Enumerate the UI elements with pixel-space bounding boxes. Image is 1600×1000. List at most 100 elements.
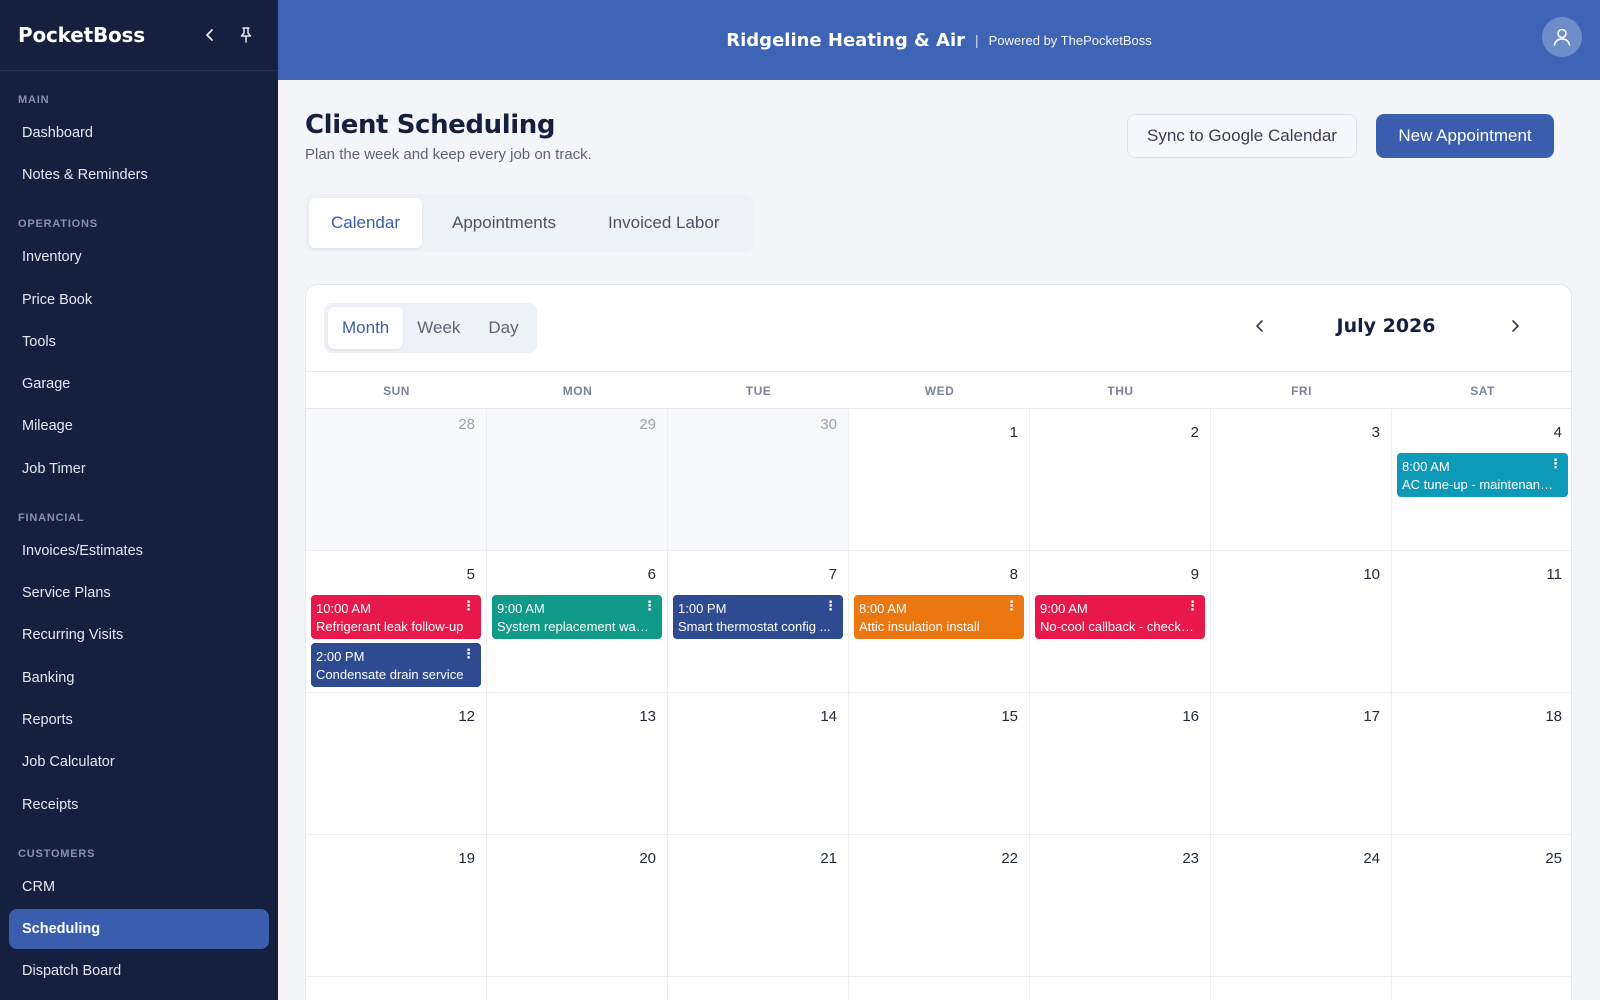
sidebar-item-service-plans[interactable]: Service Plans — [9, 573, 269, 613]
sidebar-item-dashboard[interactable]: Dashboard — [9, 113, 269, 153]
day-cell[interactable]: 3 — [1211, 409, 1392, 550]
chevron-left-icon[interactable] — [1246, 312, 1274, 340]
sidebar-item-mileage[interactable]: Mileage — [9, 406, 269, 446]
sidebar-item-invoices-estimates[interactable]: Invoices/Estimates — [9, 531, 269, 571]
sidebar-item-job-calculator[interactable]: Job Calculator — [9, 742, 269, 782]
chevron-left-icon[interactable] — [196, 21, 224, 49]
appointment-event[interactable]: 10:00 AM Refrigerant leak follow-up ⋮ — [311, 595, 481, 639]
day-cell[interactable]: 5 10:00 AM Refrigerant leak follow-up ⋮ 2:00… — [306, 551, 487, 692]
day-cell[interactable] — [1030, 977, 1211, 1000]
more-options-icon[interactable]: ⋮ — [824, 599, 837, 612]
day-cell[interactable]: 28 — [306, 409, 487, 550]
day-cell[interactable]: 18 — [1392, 693, 1571, 834]
event-title: No-cool callback - check ... — [1040, 619, 1196, 634]
sidebar-section-operations: OPERATIONS — [18, 218, 98, 231]
sidebar: PocketBoss MAIN Dashboard Notes & Reminder… — [0, 0, 278, 1000]
day-cell[interactable]: 6 9:00 AM System replacement walk... ⋮ — [487, 551, 668, 692]
day-cell[interactable]: 14 — [668, 693, 849, 834]
chevron-right-icon[interactable] — [1501, 312, 1529, 340]
day-cell[interactable] — [1211, 977, 1392, 1000]
month-label: July 2026 — [1336, 315, 1436, 337]
sidebar-item-crm[interactable]: CRM — [9, 867, 269, 907]
view-switcher: Month Week Day — [324, 303, 537, 353]
appointment-event[interactable]: 2:00 PM Condensate drain service ⋮ — [311, 643, 481, 687]
day-cell[interactable]: 16 — [1030, 693, 1211, 834]
sidebar-item-dispatch-board[interactable]: Dispatch Board — [9, 951, 269, 991]
view-week[interactable]: Week — [403, 307, 474, 349]
day-cell[interactable]: 21 — [668, 835, 849, 976]
sync-google-calendar-button[interactable]: Sync to Google Calendar — [1127, 114, 1357, 158]
day-cell[interactable]: 2 — [1030, 409, 1211, 550]
event-time: 1:00 PM — [678, 601, 727, 616]
tab-appointments[interactable]: Appointments — [430, 198, 578, 248]
day-cell[interactable]: 10 — [1211, 551, 1392, 692]
day-cell[interactable]: 12 — [306, 693, 487, 834]
more-options-icon[interactable]: ⋮ — [1186, 599, 1199, 612]
day-cell[interactable]: 20 — [487, 835, 668, 976]
tab-calendar[interactable]: Calendar — [309, 198, 422, 248]
pin-icon[interactable] — [232, 21, 260, 49]
sidebar-nav: MAIN Dashboard Notes & Reminders OPERATIONS… — [0, 91, 278, 991]
day-cell[interactable] — [1392, 977, 1571, 1000]
day-cell[interactable]: 23 — [1030, 835, 1211, 976]
day-cell[interactable]: 22 — [849, 835, 1030, 976]
day-cell[interactable]: 1 — [849, 409, 1030, 550]
user-icon[interactable] — [1542, 17, 1582, 57]
sidebar-item-price-book[interactable]: Price Book — [9, 280, 269, 320]
weekday-sat: SAT — [1470, 384, 1495, 398]
more-options-icon[interactable]: ⋮ — [643, 599, 656, 612]
sidebar-item-job-timer[interactable]: Job Timer — [9, 449, 269, 489]
day-number: 29 — [639, 416, 656, 433]
event-title: System replacement walk... — [497, 619, 656, 634]
more-options-icon[interactable]: ⋮ — [462, 599, 475, 612]
sidebar-item-garage[interactable]: Garage — [9, 364, 269, 404]
weekday-mon: MON — [562, 384, 593, 398]
more-options-icon[interactable]: ⋮ — [1005, 599, 1018, 612]
week-row-partial — [306, 977, 1571, 1000]
sidebar-item-inventory[interactable]: Inventory — [9, 237, 269, 277]
event-time: 8:00 AM — [859, 601, 907, 616]
appointment-event[interactable]: 8:00 AM AC tune-up - maintenanc... ⋮ — [1397, 453, 1568, 497]
day-cell[interactable]: 9 9:00 AM No-cool callback - check ... ⋮ — [1030, 551, 1211, 692]
sidebar-item-banking[interactable]: Banking — [9, 658, 269, 698]
sidebar-item-receipts[interactable]: Receipts — [9, 785, 269, 825]
day-cell[interactable]: 25 — [1392, 835, 1571, 976]
day-cell[interactable]: 17 — [1211, 693, 1392, 834]
sidebar-item-reports[interactable]: Reports — [9, 700, 269, 740]
day-cell[interactable]: 11 — [1392, 551, 1571, 692]
day-cell[interactable]: 4 8:00 AM AC tune-up - maintenanc... ⋮ — [1392, 409, 1571, 550]
day-cell[interactable]: 19 — [306, 835, 487, 976]
day-cell[interactable]: 30 — [668, 409, 849, 550]
sidebar-item-scheduling[interactable]: Scheduling — [9, 908, 269, 949]
weekday-header: SUN MON TUE WED THU FRI SAT — [306, 371, 1571, 409]
month-grid: SUN MON TUE WED THU FRI SAT 28 29 30 1 2 3 4 8:00 AM AC… — [306, 371, 1571, 1000]
appointment-event[interactable]: 1:00 PM Smart thermostat config ... ⋮ — [673, 595, 843, 639]
appointment-event[interactable]: 8:00 AM Attic insulation install ⋮ — [854, 595, 1024, 639]
day-cell[interactable] — [306, 977, 487, 1000]
page-title: Client Scheduling — [305, 110, 556, 140]
view-month[interactable]: Month — [328, 307, 404, 349]
view-day[interactable]: Day — [474, 307, 532, 349]
day-cell[interactable] — [668, 977, 849, 1000]
day-cell[interactable]: 7 1:00 PM Smart thermostat config ... ⋮ — [668, 551, 849, 692]
day-cell[interactable]: 8 8:00 AM Attic insulation install ⋮ — [849, 551, 1030, 692]
day-cell[interactable]: 15 — [849, 693, 1030, 834]
sidebar-item-recurring-visits[interactable]: Recurring Visits — [9, 615, 269, 655]
day-cell[interactable] — [849, 977, 1030, 1000]
sidebar-item-tools[interactable]: Tools — [9, 322, 269, 362]
company-name: Ridgeline Heating & Air — [726, 29, 966, 51]
day-cell[interactable] — [487, 977, 668, 1000]
new-appointment-button[interactable]: New Appointment — [1376, 114, 1554, 158]
event-time: 2:00 PM — [316, 649, 365, 664]
brand-logo[interactable]: PocketBoss — [18, 23, 188, 47]
tab-invoiced-labor[interactable]: Invoiced Labor — [586, 198, 742, 248]
day-cell[interactable]: 24 — [1211, 835, 1392, 976]
sidebar-item-notes-reminders[interactable]: Notes & Reminders — [9, 155, 269, 195]
appointment-event[interactable]: 9:00 AM System replacement walk... ⋮ — [492, 595, 662, 639]
more-options-icon[interactable]: ⋮ — [1549, 457, 1562, 470]
day-cell[interactable]: 29 — [487, 409, 668, 550]
event-title: Smart thermostat config ... — [678, 619, 831, 634]
more-options-icon[interactable]: ⋮ — [462, 647, 475, 660]
day-cell[interactable]: 13 — [487, 693, 668, 834]
appointment-event[interactable]: 9:00 AM No-cool callback - check ... ⋮ — [1035, 595, 1205, 639]
